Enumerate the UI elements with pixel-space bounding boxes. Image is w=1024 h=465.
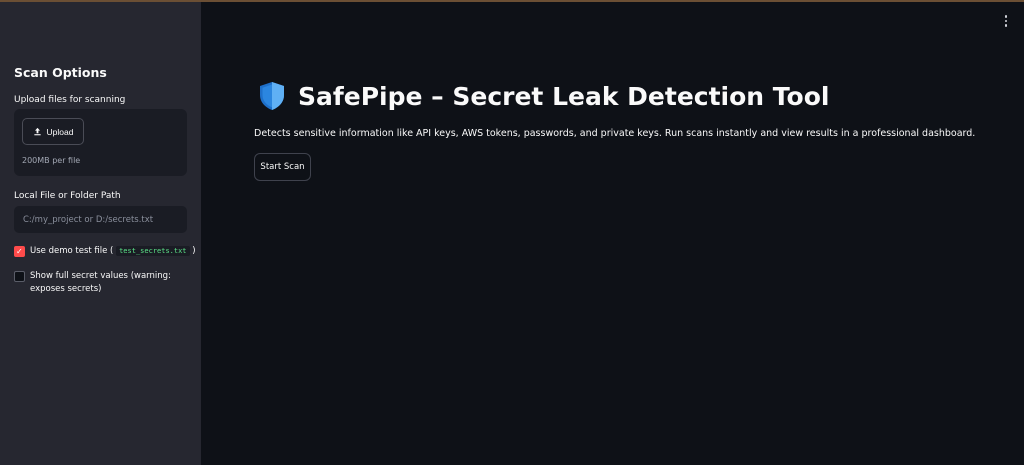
main-menu-button[interactable] xyxy=(1001,15,1011,29)
start-scan-button[interactable]: Start Scan xyxy=(254,153,311,181)
menu-dot-icon xyxy=(1004,24,1008,27)
show-secrets-label: Show full secret values (warning: expose… xyxy=(30,271,171,294)
upload-limit-text: 200MB per file xyxy=(22,156,81,165)
upload-icon xyxy=(33,127,41,136)
demo-file-code: test_secrets.txt xyxy=(116,246,190,256)
demo-file-label: Use demo test file ( test_secrets.txt ) xyxy=(30,246,196,256)
checkmark-icon: ✓ xyxy=(16,247,23,256)
upload-button[interactable]: Upload xyxy=(22,118,84,145)
menu-dot-icon xyxy=(1004,15,1008,18)
show-secrets-checkbox[interactable] xyxy=(14,271,25,282)
upload-button-label: Upload xyxy=(46,126,74,137)
file-dropzone[interactable]: Upload 200MB per file xyxy=(14,109,187,176)
demo-file-checkbox[interactable]: ✓ xyxy=(14,246,25,257)
upload-label: Upload files for scanning xyxy=(14,95,126,105)
page-description: Detects sensitive information like API k… xyxy=(254,128,976,139)
sidebar: Scan Options Upload files for scanning U… xyxy=(0,2,201,465)
sidebar-title: Scan Options xyxy=(14,65,107,80)
page-title: SafePipe – Secret Leak Detection Tool xyxy=(258,81,829,111)
path-label: Local File or Folder Path xyxy=(14,191,121,201)
shield-icon xyxy=(260,82,284,110)
page-title-text: SafePipe – Secret Leak Detection Tool xyxy=(298,81,830,111)
menu-dot-icon xyxy=(1004,19,1008,22)
path-input[interactable] xyxy=(14,206,187,233)
